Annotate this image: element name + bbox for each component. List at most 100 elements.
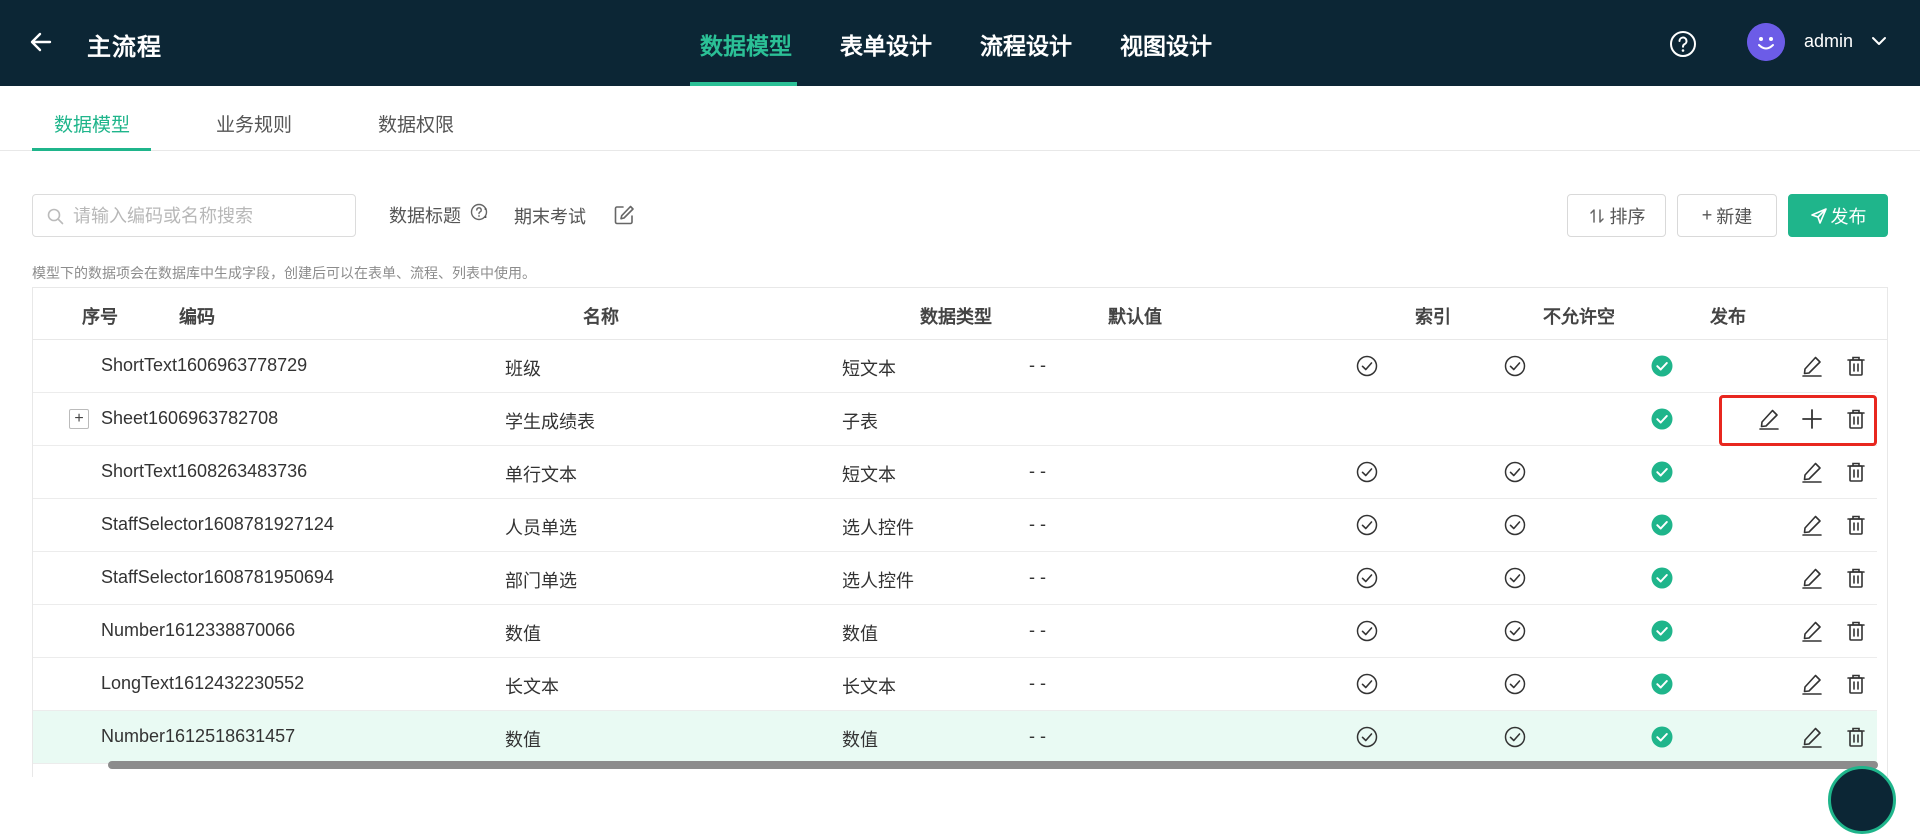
new-label: 新建: [1716, 206, 1753, 227]
column-header-index-flag: 索引: [1415, 307, 1451, 327]
sort-icon: [1589, 208, 1604, 223]
edit-icon[interactable]: [1800, 725, 1824, 749]
column-header-publish: 发布: [1710, 307, 1746, 327]
table-row[interactable]: ShortText1606963778729 班级 短文本 - -: [33, 340, 1877, 393]
cell-name: 数值: [505, 730, 541, 750]
cell-type: 长文本: [842, 677, 896, 697]
delete-icon[interactable]: [1844, 619, 1868, 643]
avatar[interactable]: [1747, 23, 1785, 61]
table-row[interactable]: StaffSelector1608781950694 部门单选 选人控件 - -: [33, 552, 1877, 605]
cell-name: 班级: [505, 359, 541, 379]
table-row[interactable]: + Sheet1606963782708 学生成绩表 子表: [33, 393, 1877, 446]
delete-icon[interactable]: [1844, 460, 1868, 484]
app-title: 主流程: [87, 34, 162, 61]
published-check-icon: [1651, 355, 1673, 377]
search-box[interactable]: [32, 194, 356, 237]
column-header-not-null: 不允许空: [1543, 307, 1615, 327]
index-check-icon: [1356, 514, 1378, 536]
send-icon: [1810, 207, 1827, 224]
floating-helper-button[interactable]: [1828, 766, 1896, 834]
not-null-check-icon: [1504, 461, 1526, 483]
index-check-icon: [1356, 673, 1378, 695]
cell-default: - -: [1029, 726, 1046, 746]
search-input[interactable]: [73, 203, 343, 229]
cell-default: - -: [1029, 620, 1046, 640]
cell-default: - -: [1029, 461, 1046, 481]
top-navigation-bar: 主流程 数据模型 表单设计 流程设计 视图设计 admin: [0, 0, 1920, 86]
user-name[interactable]: admin: [1804, 31, 1853, 52]
cell-type: 子表: [842, 412, 878, 432]
published-check-icon: [1651, 408, 1673, 430]
edit-icon[interactable]: [613, 204, 635, 226]
table-row[interactable]: ShortText1608263483736 单行文本 短文本 - -: [33, 446, 1877, 499]
table-row[interactable]: LongText1612432230552 长文本 长文本 - -: [33, 658, 1877, 711]
published-check-icon: [1651, 726, 1673, 748]
cell-name: 数值: [505, 624, 541, 644]
cell-default: - -: [1029, 673, 1046, 693]
cell-code: ShortText1606963778729: [101, 355, 308, 375]
search-icon: [47, 208, 64, 225]
cell-type: 数值: [842, 730, 878, 750]
table-row[interactable]: Number1612518631457 数值 数值 - -: [33, 711, 1877, 764]
table-row[interactable]: StaffSelector1608781927124 人员单选 选人控件 - -: [33, 499, 1877, 552]
subtab-data-permissions[interactable]: 数据权限: [378, 110, 454, 137]
not-null-check-icon: [1504, 673, 1526, 695]
top-tab-data-model[interactable]: 数据模型: [700, 27, 792, 61]
publish-button[interactable]: 发布: [1788, 194, 1888, 237]
cell-code: StaffSelector1608781950694: [101, 567, 334, 587]
hint-text: 模型下的数据项会在数据库中生成字段，创建后可以在表单、流程、列表中使用。: [32, 265, 536, 281]
column-header-default: 默认值: [1108, 307, 1162, 327]
not-null-check-icon: [1504, 355, 1526, 377]
index-check-icon: [1356, 567, 1378, 589]
table-row[interactable]: Number1612338870066 数值 数值 - -: [33, 605, 1877, 658]
delete-icon[interactable]: [1844, 354, 1868, 378]
delete-icon[interactable]: [1844, 725, 1868, 749]
index-check-icon: [1356, 355, 1378, 377]
back-arrow-icon[interactable]: [28, 29, 54, 55]
cell-code: LongText1612432230552: [101, 673, 305, 693]
sort-button[interactable]: 排序: [1567, 194, 1666, 237]
top-tab-form-design[interactable]: 表单设计: [840, 27, 932, 61]
delete-icon[interactable]: [1844, 566, 1868, 590]
subtab-business-rules[interactable]: 业务规则: [216, 110, 292, 137]
publish-label: 发布: [1830, 206, 1867, 227]
subtab-data-model[interactable]: 数据模型: [54, 110, 130, 137]
sort-label: 排序: [1609, 206, 1646, 227]
cell-code: Number1612518631457: [101, 726, 296, 746]
cell-name: 长文本: [505, 677, 559, 697]
column-header-code: 编码: [179, 307, 215, 327]
not-null-check-icon: [1504, 567, 1526, 589]
index-check-icon: [1356, 726, 1378, 748]
published-check-icon: [1651, 620, 1673, 642]
horizontal-scrollbar[interactable]: [108, 761, 1878, 769]
column-header-index: 序号: [82, 307, 118, 327]
not-null-check-icon: [1504, 726, 1526, 748]
top-tab-flow-design[interactable]: 流程设计: [980, 27, 1072, 61]
not-null-check-icon: [1504, 620, 1526, 642]
edit-icon[interactable]: [1800, 354, 1824, 378]
chevron-down-icon[interactable]: [1870, 34, 1888, 48]
cell-code: StaffSelector1608781927124: [101, 514, 334, 534]
edit-icon[interactable]: [1800, 460, 1824, 484]
expand-row-button[interactable]: +: [69, 409, 89, 429]
cell-default: - -: [1029, 514, 1046, 534]
subtab-active-indicator: [32, 148, 151, 151]
cell-name: 学生成绩表: [505, 412, 595, 432]
help-icon[interactable]: [1669, 30, 1697, 58]
delete-icon[interactable]: [1844, 513, 1868, 537]
action-selection-highlight: [1719, 395, 1877, 446]
cell-code: Number1612338870066: [101, 620, 296, 640]
sub-tabs: 数据模型 业务规则 数据权限: [0, 86, 1920, 151]
delete-icon[interactable]: [1844, 672, 1868, 696]
edit-icon[interactable]: [1800, 619, 1824, 643]
edit-icon[interactable]: [1800, 566, 1824, 590]
edit-icon[interactable]: [1800, 672, 1824, 696]
data-title-label: 数据标题: [389, 206, 461, 226]
edit-icon[interactable]: [1800, 513, 1824, 537]
cell-type: 选人控件: [842, 518, 914, 538]
column-header-type: 数据类型: [920, 307, 992, 327]
new-button[interactable]: + 新建: [1677, 194, 1777, 237]
top-tab-view-design[interactable]: 视图设计: [1120, 27, 1212, 61]
cell-name: 单行文本: [505, 465, 577, 485]
not-null-check-icon: [1504, 514, 1526, 536]
